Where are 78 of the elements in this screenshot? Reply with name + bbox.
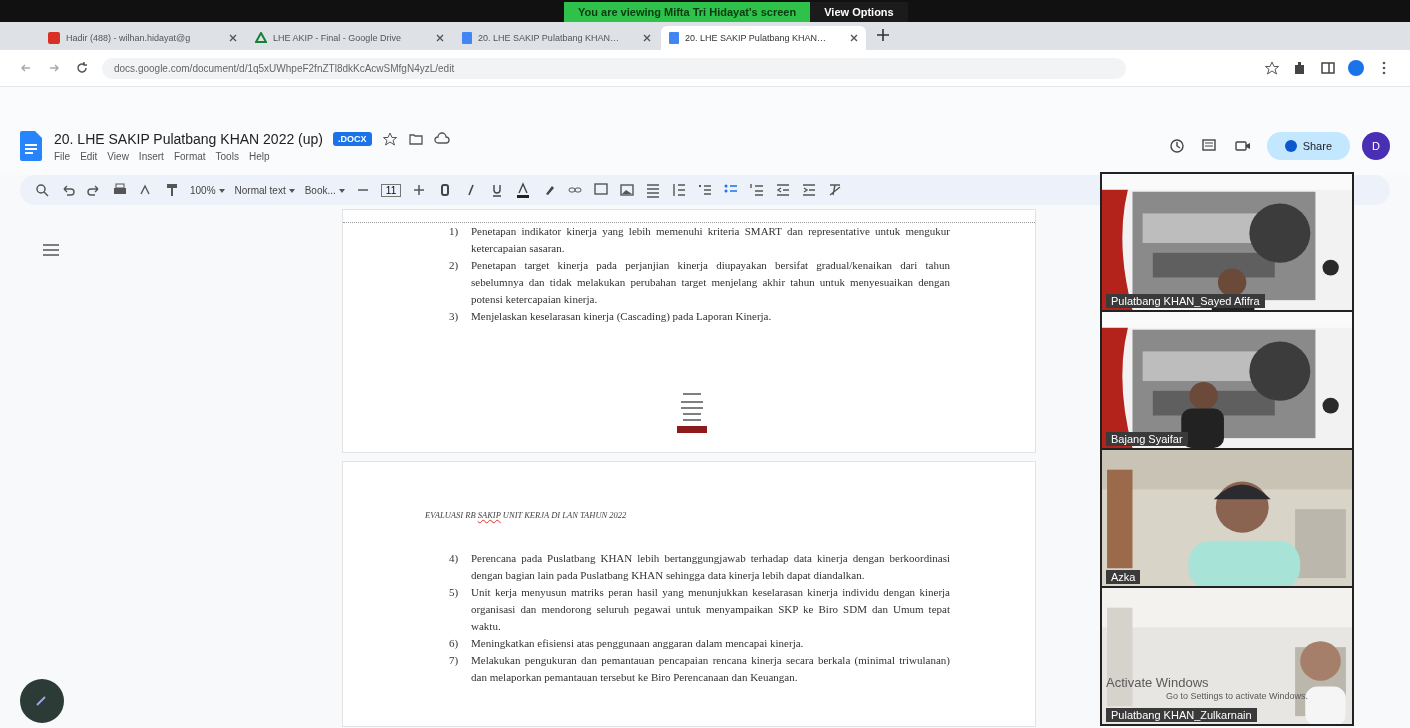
browser-tab[interactable]: 20. LHE SAKIP Pulatbang KHAN…: [661, 26, 866, 50]
paragraph: Perencana pada Puslatbang KHAN lebih bertanggungjawab terhadap data kinerja dengan berkoordinasi dengan bagian lain pada Puslatbang KHAN sehingga data kinerja lebih dapat diandalkan.: [471, 551, 950, 583]
close-icon[interactable]: [643, 34, 651, 42]
tab-title: 20. LHE SAKIP Pulatbang KHAN…: [685, 33, 827, 43]
participant-name: Pulatbang KHAN_Sayed Afifra: [1106, 294, 1265, 308]
page-header: EVALUASI RB SAKIP UNIT KERJA DI LAN TAHUN 2022: [425, 510, 627, 520]
font-dropdown[interactable]: Book...: [304, 184, 345, 196]
close-icon[interactable]: [850, 34, 858, 42]
menu-item[interactable]: Help: [248, 150, 270, 162]
browser-tab[interactable]: Hadir (488) - wilhan.hidayat@g: [40, 26, 245, 50]
browser-tab[interactable]: LHE AKIP - Final - Google Drive: [247, 26, 452, 50]
paragraph: Unit kerja menyusun matriks peran hasil yang menunjukkan keselarasan kinerja individu dengan kinerja organisasi dan mendorong seluruh pegawai untuk menyampaikan SKP ke Biro SDM dan Umum tepat waktu.: [471, 585, 950, 634]
stamp-drawing: [675, 390, 709, 434]
paragraph: Meningkatkan efisiensi atas penggunaan anggaran dalam mencapai kinerja.: [471, 636, 805, 651]
browser-tab[interactable]: 20. LHE SAKIP Pulatbang KHAN…: [454, 26, 659, 50]
zoom-dropdown[interactable]: 100%: [190, 184, 225, 196]
align-icon[interactable]: [645, 182, 662, 198]
star-icon[interactable]: [381, 130, 398, 147]
text-color-icon[interactable]: [515, 182, 532, 198]
view-options-button[interactable]: View Options: [810, 2, 908, 22]
paint-format-icon[interactable]: [164, 182, 180, 198]
style-dropdown[interactable]: Normal text: [234, 184, 295, 196]
close-icon[interactable]: [436, 34, 444, 42]
participant-name: Pulatbang KHAN_Zulkarnain: [1106, 708, 1257, 722]
paragraph: Melakukan pengukuran dan pemantauan pencapaian rencana kinerja secara berkala (minimal triwulanan) dan melaporkan pemantauan tersebut ke Biro Perencanaan dan Keuangan.: [471, 653, 950, 685]
caret-icon: [218, 188, 225, 193]
paragraph: Penetapan indikator kinerja yang lebih memenuhi kriteria SMART dan representative untuk mengukur ketercapaian sasaran.: [471, 224, 950, 256]
file-type-badge: .DOCX: [333, 131, 372, 146]
menu-item[interactable]: View: [107, 150, 129, 162]
document-icon: [462, 32, 472, 44]
star-icon[interactable]: [1264, 60, 1280, 76]
list-number: 3): [449, 309, 460, 324]
list-number: 7): [449, 653, 460, 668]
outline-icon[interactable]: [42, 243, 60, 257]
activation-notice: Go to Settings to activate Windows.: [1165, 691, 1309, 701]
comment-icon[interactable]: [593, 182, 610, 198]
list-number: 6): [449, 636, 460, 651]
document-icon: [669, 32, 679, 44]
reload-icon[interactable]: [74, 60, 90, 76]
share-button[interactable]: Share: [1266, 132, 1350, 160]
numbered-list-icon[interactable]: [749, 182, 766, 198]
document-title[interactable]: 20. LHE SAKIP Pulatbang KHAN 2022 (up): [54, 130, 323, 147]
close-icon[interactable]: [229, 34, 237, 42]
paragraph: Menjelaskan keselarasan kinerja (Cascading) pada Laporan Kinerja.: [471, 309, 773, 324]
participant-name: Azka: [1106, 570, 1141, 584]
list-number: 4): [449, 551, 460, 566]
sidebar-icon[interactable]: [1320, 60, 1336, 76]
screen-share-banner: You are viewing Mifta Tri Hidayat's screen: [564, 2, 811, 22]
profile-avatar[interactable]: [1348, 60, 1364, 76]
indent-less-icon[interactable]: [775, 182, 792, 198]
menu-item[interactable]: Tools: [215, 150, 239, 162]
paragraph: Penetapan target kinerja pada perjanjian kinerja diupayakan bersifat gradual/kenaikan dari tahun sebelumnya dan tidak melakukan perubahan target menjelang akhir tahun untuk menyesuaikan dengan potensi ketercapaian kinerja.: [471, 258, 950, 307]
menu-item[interactable]: Format: [173, 150, 206, 162]
line-spacing-icon[interactable]: [671, 182, 688, 198]
checklist-icon[interactable]: [697, 182, 714, 198]
tab-title: LHE AKIP - Final - Google Drive: [273, 33, 402, 43]
tab-title: 20. LHE SAKIP Pulatbang KHAN…: [478, 33, 620, 43]
list-number: 2): [449, 258, 460, 273]
menu-item[interactable]: Insert: [138, 150, 164, 162]
caret-icon: [288, 188, 295, 193]
image-icon[interactable]: [619, 182, 636, 198]
cloud-icon[interactable]: [433, 130, 450, 147]
search-icon[interactable]: [34, 182, 50, 198]
address-bar[interactable]: docs.google.com/document/d/1q5xUWhpeF2fnZTl8dkKcAcwSMfgN4yzL/edit: [102, 57, 1126, 79]
font-size-field[interactable]: 11: [380, 183, 402, 197]
account-avatar[interactable]: D: [1362, 132, 1390, 160]
tab-title: Hadir (488) - wilhan.hidayat@g: [66, 33, 192, 43]
menu-item[interactable]: File: [54, 150, 71, 162]
participant-name: Bajang Syaifar: [1106, 432, 1188, 446]
edit-button[interactable]: [20, 679, 64, 723]
list-number: 1): [449, 224, 460, 239]
docs-logo-icon[interactable]: [20, 131, 42, 161]
activation-notice: Activate Windows: [1106, 675, 1209, 690]
menu-item[interactable]: Edit: [80, 150, 98, 162]
plus-icon[interactable]: [876, 28, 890, 42]
list-number: 5): [449, 585, 460, 600]
indent-more-icon[interactable]: [801, 182, 818, 198]
caret-icon: [338, 188, 345, 193]
